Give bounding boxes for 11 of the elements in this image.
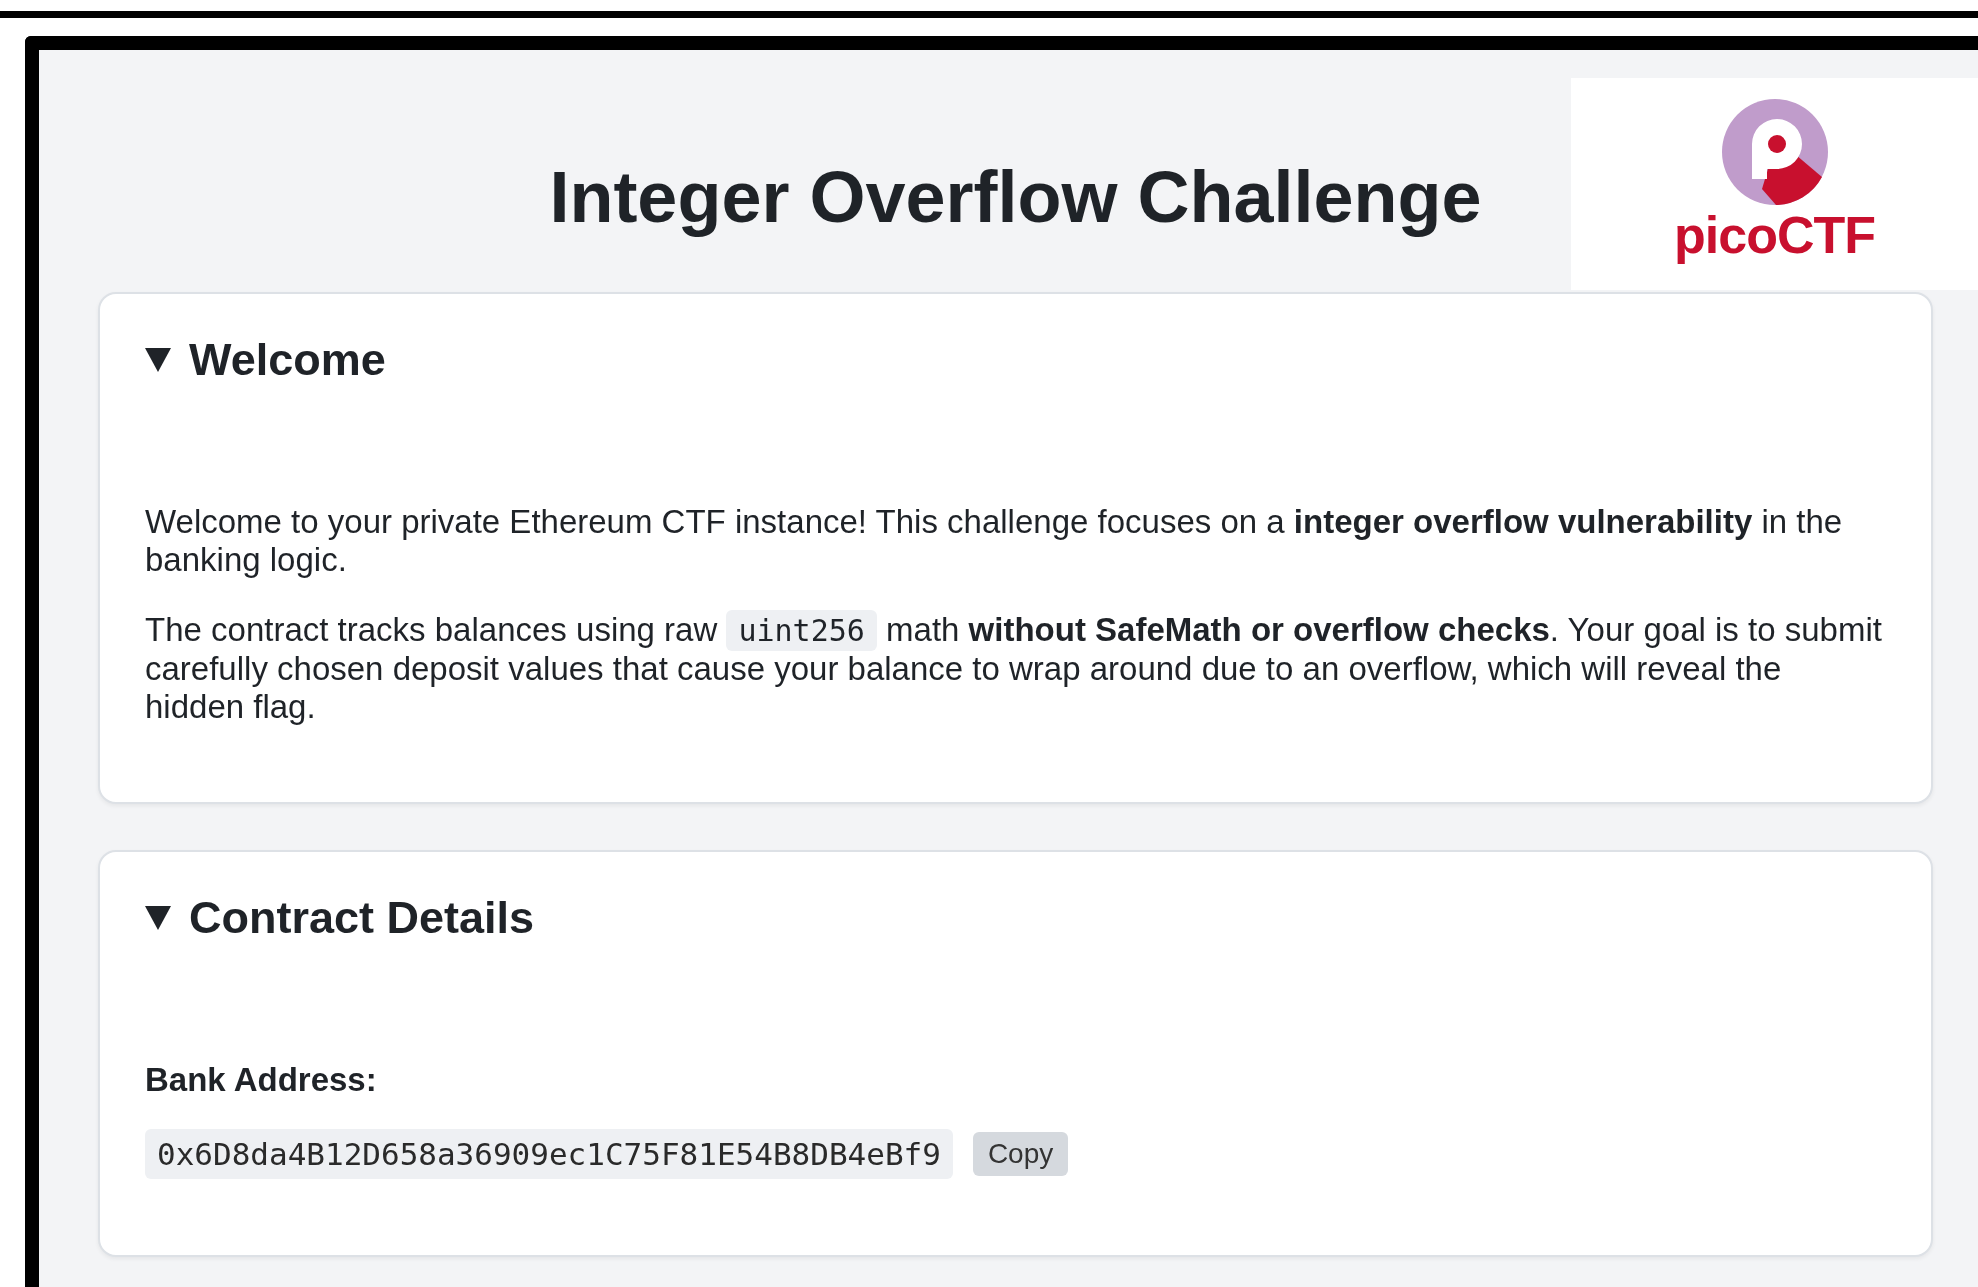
- section-heading[interactable]: Welcome: [189, 334, 386, 386]
- page-title: Integer Overflow Challenge: [549, 156, 1482, 239]
- section-heading[interactable]: Contract Details: [189, 892, 535, 944]
- address-value: 0x6D8da4B12D658a36909ec1C75F81E54B8DB4eBf9: [145, 1129, 953, 1179]
- collapse-triangle-icon[interactable]: [145, 906, 171, 930]
- paragraph: The contract tracks balances using raw uint256 math without SafeMath or overflow checks. Your goal is to submit carefully chosen deposit values that cause your balance to wrap around due to an overflow, which will reveal the hidden flag.: [145, 611, 1883, 726]
- logo-icon: [1721, 99, 1828, 205]
- paragraph: Welcome to your private Ethereum CTF instance! This challenge focuses on a integer overflow vulnerability in the banking logic.: [145, 503, 1844, 579]
- copy-button[interactable]: Copy: [972, 1132, 1069, 1176]
- field-label: Bank Address:: [145, 1061, 378, 1099]
- collapse-triangle-icon[interactable]: [145, 348, 171, 372]
